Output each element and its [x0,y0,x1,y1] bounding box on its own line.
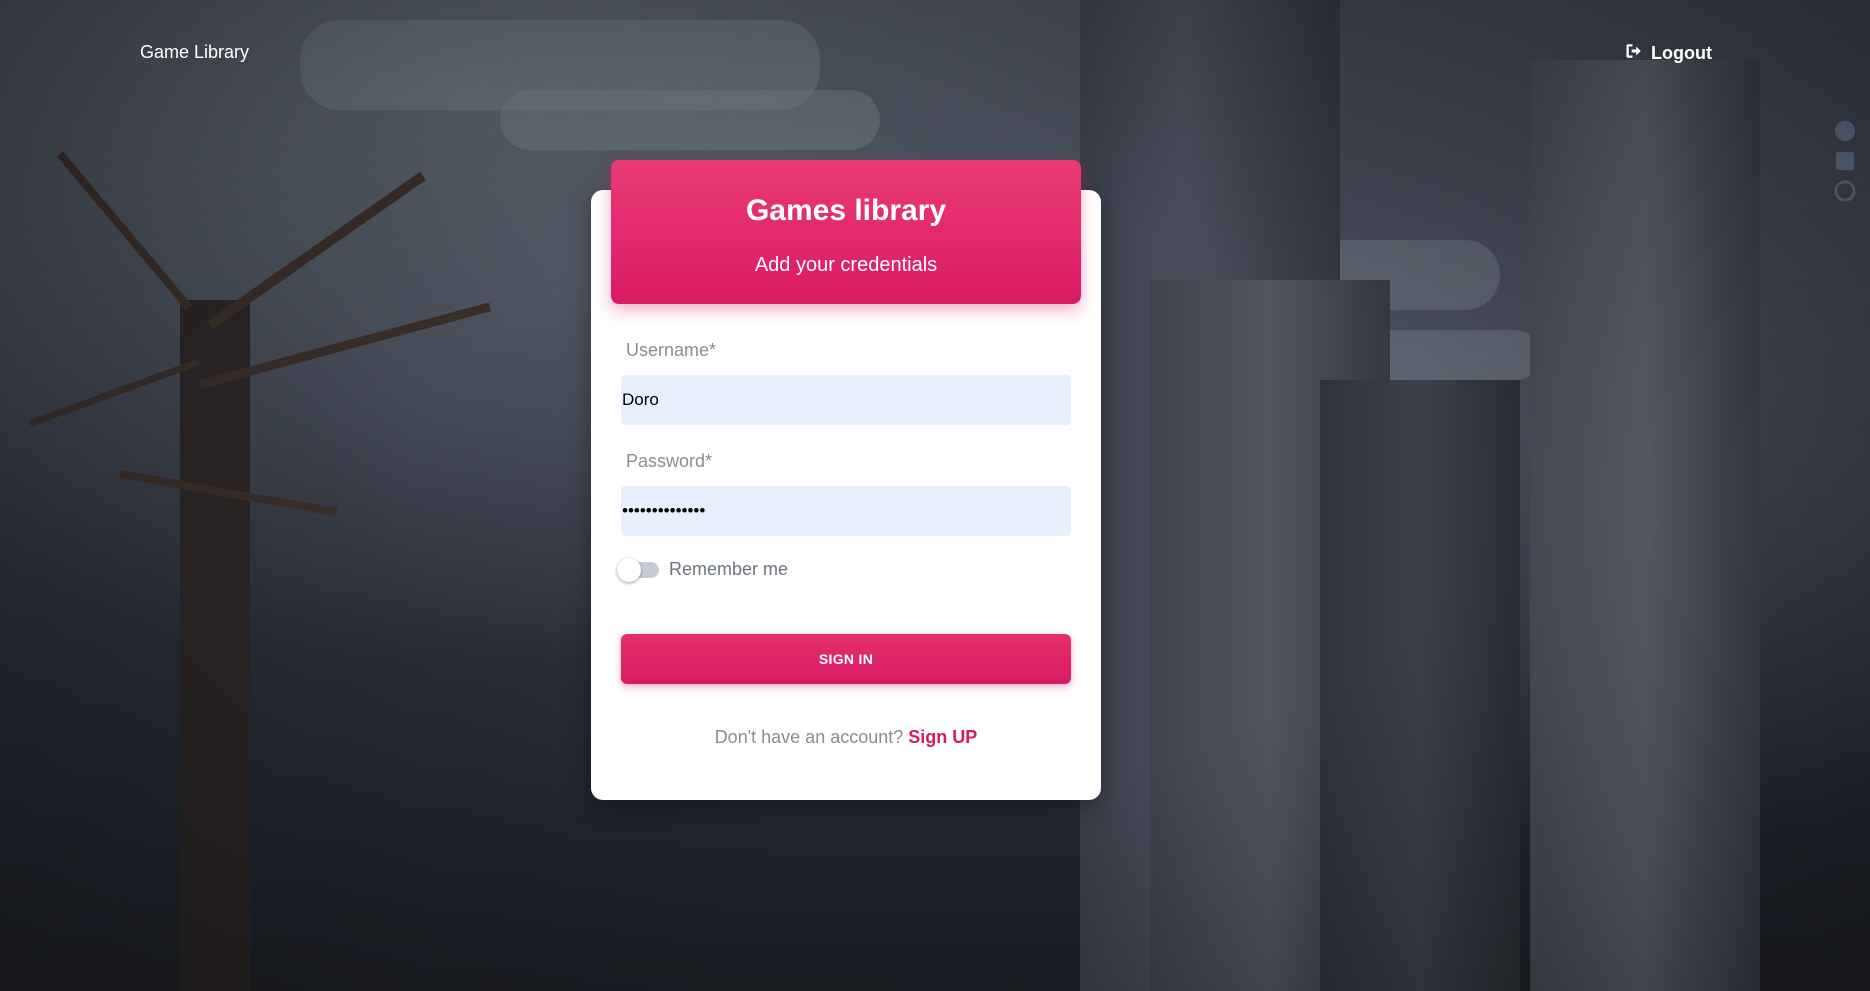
sign-up-link[interactable]: Sign UP [908,727,977,747]
sign-in-button[interactable]: SIGN IN [621,634,1071,684]
remember-me-label: Remember me [669,558,789,579]
brand-link[interactable]: Game Library [140,42,249,63]
signup-prompt: Don't have an account? Sign UP [591,727,1101,748]
password-label: Password* [626,451,713,471]
logout-label: Logout [1651,43,1712,63]
top-navbar: Game Library Logout [0,0,1870,100]
username-label: Username* [626,340,717,360]
linkedin-icon[interactable] [1834,150,1856,172]
sign-out-icon [1625,42,1643,65]
card-subtitle: Add your credentials [754,254,938,276]
logout-button[interactable]: Logout [1625,42,1712,65]
toggle-knob [617,558,641,582]
card-title: Games library [745,194,947,227]
social-links [1834,120,1856,202]
remember-me-toggle[interactable]: Remember me [617,558,789,582]
username-input[interactable] [621,375,1071,425]
signup-prompt-text: Don't have an account? [714,727,904,747]
toggle-switch[interactable] [617,558,659,582]
login-card: Games library Add your credentials Usern… [591,160,1101,800]
card-header: Games library Add your credentials [611,160,1081,304]
password-input[interactable] [621,486,1071,536]
github-icon[interactable] [1834,180,1856,202]
facebook-icon[interactable] [1834,120,1856,142]
